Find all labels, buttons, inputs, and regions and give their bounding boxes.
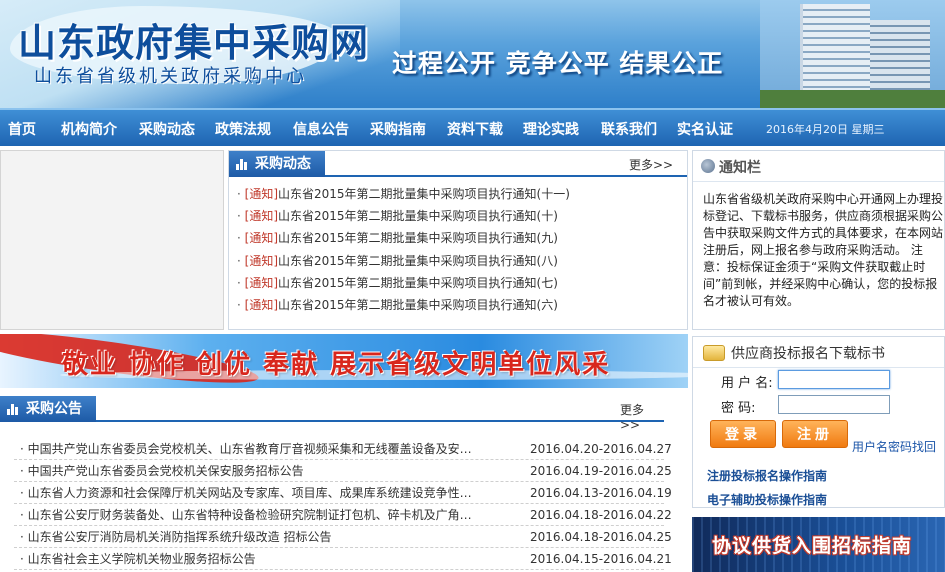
bar-chart-icon	[236, 159, 248, 170]
bar-chart-icon	[7, 404, 19, 415]
announcement-date: 2016.04.20-2016.04.27	[530, 442, 672, 456]
building-ground	[760, 90, 945, 108]
dynamics-panel: 采购动态 更多>> · [通知]山东省2015年第二期批量集中采购项目执行通知(…	[228, 150, 688, 330]
login-button[interactable]: 登录	[710, 420, 776, 448]
notice-title: 通知栏	[719, 160, 761, 176]
building-photo	[760, 0, 945, 108]
registration-guide-link[interactable]: 注册投标报名操作指南	[707, 467, 827, 484]
login-title: 供应商投标报名下载标书	[731, 346, 885, 362]
header-slogan: 过程公开 竞争公平 结果公正	[392, 49, 724, 78]
announcement-title: · 山东省公安厅财务装备处、山东省特种设备检验研究院制证打包机、碎卡机及广角…	[20, 508, 472, 522]
password-label: 密 码:	[721, 401, 756, 416]
announcement-title: · 中国共产党山东省委员会党校机关保安服务招标公告	[20, 464, 304, 478]
username-input[interactable]	[778, 370, 890, 389]
register-button[interactable]: 注册	[782, 420, 848, 448]
bell-icon	[701, 159, 715, 173]
announcements-tab: 采购公告	[0, 396, 96, 422]
nav-dynamics[interactable]: 采购动态	[139, 119, 195, 139]
list-item[interactable]: · [通知]山东省2015年第二期批量集中采购项目执行通知(十)	[229, 205, 687, 227]
supplier-login-panel: 供应商投标报名下载标书 用 户 名: 密 码: 登录 注册 用户名密码找回 注册…	[692, 336, 945, 508]
agreement-supply-text: 协议供货入围招标指南	[712, 535, 913, 557]
table-row[interactable]: · 中国共产党山东省委员会党校机关保安服务招标公告 2016.04.19-2016…	[14, 460, 672, 482]
announcements-more-link[interactable]: 更多>>	[620, 401, 664, 432]
list-item[interactable]: · [通知]山东省2015年第二期批量集中采购项目执行通知(七)	[229, 272, 687, 294]
nav-home[interactable]: 首页	[8, 119, 36, 139]
dynamics-list: · [通知]山东省2015年第二期批量集中采购项目执行通知(十一) · [通知]…	[229, 183, 687, 316]
notice-panel: 通知栏 山东省省级机关政府采购中心开通网上办理投标登记、下载标书服务，供应商须根…	[692, 150, 945, 330]
site-title: 山东政府集中采购网	[18, 21, 370, 65]
announcement-date: 2016.04.19-2016.04.25	[530, 464, 672, 478]
left-slideshow-placeholder	[0, 150, 224, 330]
agreement-supply-banner[interactable]: 协议供货入围招标指南	[692, 517, 945, 572]
password-input[interactable]	[778, 395, 890, 414]
notice-text: 山东省省级机关政府采购中心开通网上办理投标登记、下载标书服务，供应商须根据采购公…	[703, 192, 944, 308]
table-row[interactable]: · 山东省社会主义学院机关物业服务招标公告 2016.04.15-2016.04.…	[14, 548, 672, 570]
nav-realname[interactable]: 实名认证	[677, 119, 733, 139]
dynamics-header: 采购动态 更多>>	[229, 151, 687, 177]
banner-text: 敬业 协作 创优 奉献 展示省级文明单位风采	[62, 350, 611, 380]
announcement-title: · 山东省公安厅消防局机关消防指挥系统升级改造 招标公告	[20, 530, 332, 544]
dynamics-tab: 采购动态	[229, 151, 325, 177]
login-divider	[693, 367, 944, 368]
nav-guide[interactable]: 采购指南	[370, 119, 426, 139]
site-subtitle: 山东省省级机关政府采购中心	[34, 66, 307, 87]
list-item[interactable]: · [通知]山东省2015年第二期批量集中采购项目执行通知(八)	[229, 250, 687, 272]
list-item[interactable]: · [通知]山东省2015年第二期批量集中采购项目执行通知(十一)	[229, 183, 687, 205]
table-row[interactable]: · 山东省人力资源和社会保障厅机关网站及专家库、项目库、成果库系统建设竞争性… 2…	[14, 482, 672, 504]
announcement-title: · 山东省社会主义学院机关物业服务招标公告	[20, 552, 256, 566]
table-row[interactable]: · 山东省公安厅消防局机关消防指挥系统升级改造 招标公告 2016.04.18-2…	[14, 526, 672, 548]
civilization-banner[interactable]: 敬业 协作 创优 奉献 展示省级文明单位风采	[0, 334, 688, 388]
announcement-title: · 山东省人力资源和社会保障厅机关网站及专家库、项目库、成果库系统建设竞争性…	[20, 486, 472, 500]
e-bidding-guide-link[interactable]: 电子辅助投标操作指南	[707, 491, 827, 508]
list-item[interactable]: · [通知]山东省2015年第二期批量集中采购项目执行通知(九)	[229, 227, 687, 249]
announcements-title: 采购公告	[26, 401, 82, 417]
announcement-title: · 中国共产党山东省委员会党校机关、山东省教育厅音视频采集和无线覆盖设备及安…	[20, 442, 472, 456]
recover-password-link[interactable]: 用户名密码找回	[852, 438, 936, 455]
table-row[interactable]: · 山东省公安厅财务装备处、山东省特种设备检验研究院制证打包机、碎卡机及广角… 2…	[14, 504, 672, 526]
announcement-date: 2016.04.15-2016.04.21	[530, 552, 672, 566]
nav-about[interactable]: 机构简介	[61, 119, 117, 139]
current-date: 2016年4月20日 星期三	[766, 123, 885, 136]
dynamics-title: 采购动态	[255, 156, 311, 172]
nav-policy[interactable]: 政策法规	[215, 119, 271, 139]
dynamics-more-link[interactable]: 更多>>	[629, 156, 673, 173]
notice-divider	[693, 181, 944, 182]
announcements-header: 采购公告 更多>>	[0, 396, 664, 432]
nav-info[interactable]: 信息公告	[293, 119, 349, 139]
nav-contact[interactable]: 联系我们	[601, 119, 657, 139]
table-row[interactable]: · 中国共产党山东省委员会党校机关、山东省教育厅音视频采集和无线覆盖设备及安… 2…	[14, 438, 672, 460]
nav-downloads[interactable]: 资料下载	[447, 119, 503, 139]
announcement-date: 2016.04.13-2016.04.19	[530, 486, 672, 500]
supplier-icon	[703, 345, 725, 361]
username-label: 用 户 名:	[721, 376, 773, 391]
announcement-date: 2016.04.18-2016.04.25	[530, 530, 672, 544]
site-header: 山东政府集中采购网 山东省省级机关政府采购中心 过程公开 竞争公平 结果公正	[0, 0, 945, 108]
nav-theory[interactable]: 理论实践	[523, 119, 579, 139]
list-item[interactable]: · [通知]山东省2015年第二期批量集中采购项目执行通知(六)	[229, 294, 687, 316]
announcement-date: 2016.04.18-2016.04.22	[530, 508, 672, 522]
main-nav: 首页 机构简介 采购动态 政策法规 信息公告 采购指南 资料下载 理论实践 联系…	[0, 108, 945, 146]
